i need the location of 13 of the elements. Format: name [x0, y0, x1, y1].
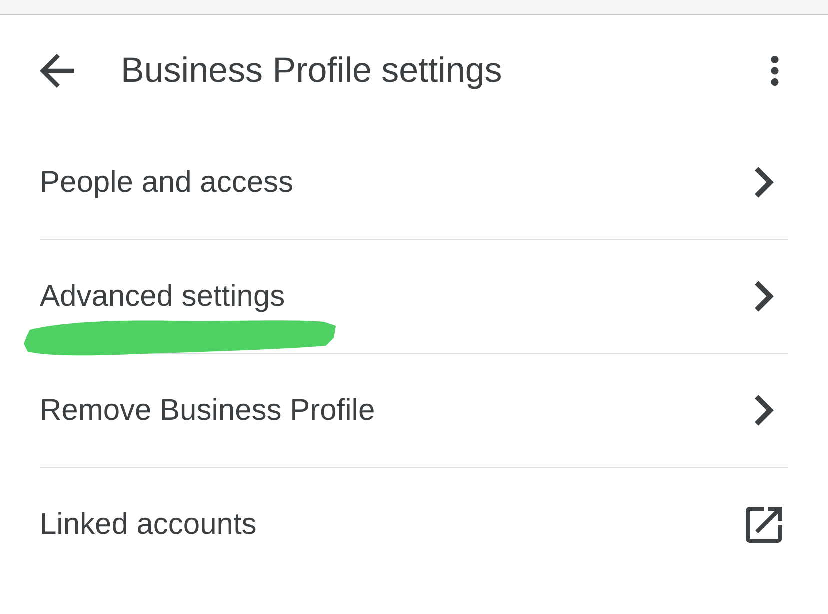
chevron-right-icon — [754, 281, 774, 312]
open-external-icon — [746, 506, 782, 542]
chevron-right-icon — [754, 395, 774, 426]
settings-item[interactable]: Remove Business Profile — [40, 354, 788, 467]
more-options-button[interactable] — [771, 56, 779, 86]
chevron-right-icon — [754, 167, 774, 198]
settings-item[interactable]: People and access — [40, 126, 788, 239]
more-vertical-icon — [771, 56, 779, 86]
settings-item[interactable]: Advanced settings — [40, 240, 788, 353]
back-button[interactable] — [40, 54, 74, 88]
settings-item[interactable]: Linked accounts — [40, 468, 788, 581]
page-title: Business Profile settings — [121, 50, 504, 90]
back-arrow-icon — [40, 54, 74, 88]
